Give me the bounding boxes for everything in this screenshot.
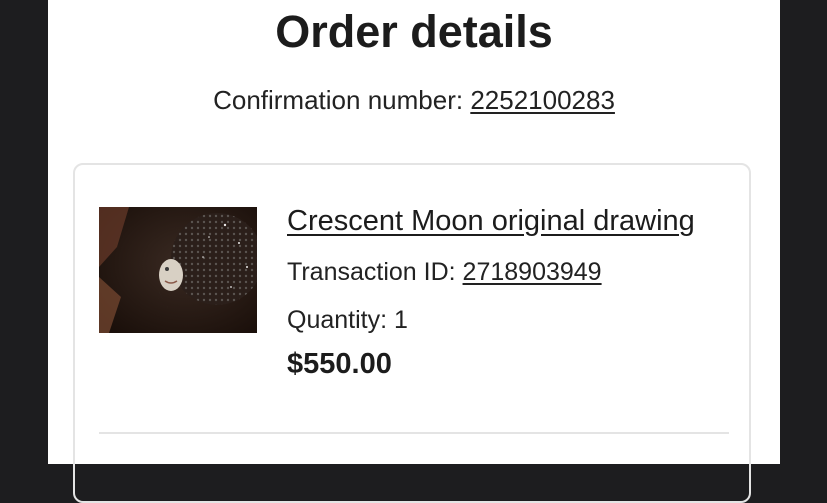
item-image[interactable] [99, 207, 257, 333]
crescent-moon-artwork-icon [99, 207, 257, 333]
order-details-panel: Order details Confirmation number: 22521… [48, 0, 780, 503]
confirmation-row: Confirmation number: 2252100283 [48, 84, 780, 116]
confirmation-number-link[interactable]: 2252100283 [470, 85, 615, 115]
quantity-row: Quantity: 1 [287, 305, 727, 335]
transaction-row: Transaction ID: 2718903949 [287, 257, 727, 287]
order-item-card: Crescent Moon original drawing Transacti… [73, 163, 751, 503]
item-title-link[interactable]: Crescent Moon original drawing [287, 203, 727, 239]
page-title: Order details [275, 6, 553, 57]
quantity-label: Quantity: [287, 306, 388, 334]
transaction-label: Transaction ID: [287, 258, 456, 286]
item-info: Crescent Moon original drawing Transacti… [287, 203, 727, 381]
divider [99, 432, 729, 434]
transaction-id-link[interactable]: 2718903949 [463, 258, 602, 286]
item-price: $550.00 [287, 348, 392, 380]
confirmation-label: Confirmation number: [213, 85, 464, 115]
quantity-value: 1 [394, 306, 408, 334]
